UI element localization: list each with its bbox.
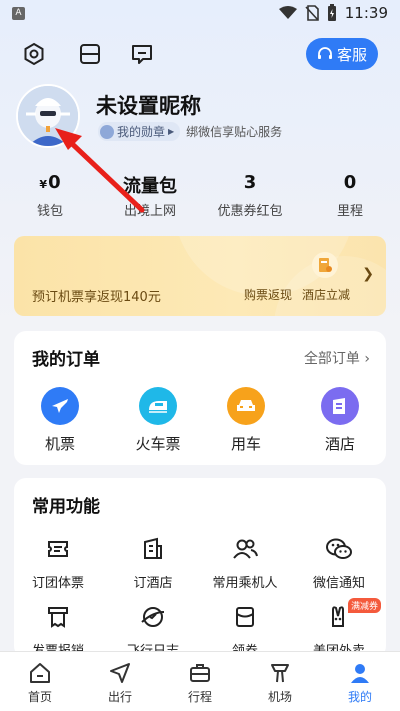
avatar-pilot-icon [18, 86, 78, 146]
stat-coupons[interactable]: 3 优惠券红包 [200, 172, 300, 219]
discount-tag: 满减券 [348, 598, 382, 613]
hotel-book-icon [138, 534, 168, 564]
stats-row: ¥0 钱包 流量包 出境上网 3 优惠券红包 0 里程 [0, 172, 400, 219]
message-icon [132, 45, 152, 64]
functions-title: 常用功能 [32, 497, 100, 517]
order-car[interactable]: 用车 [211, 387, 281, 454]
navigate-icon [80, 660, 160, 686]
tab-mine[interactable]: 我的 [320, 652, 400, 711]
badge-row: 我的勋章 ▶ 绑微信享贴心服务 [98, 122, 282, 141]
wechat-icon [324, 534, 354, 564]
tab-label: 机场 [267, 690, 292, 704]
stat-label: 优惠券红包 [217, 204, 283, 219]
hotel-icon [321, 387, 359, 425]
user-icon [320, 660, 400, 686]
scan-button[interactable] [76, 40, 104, 68]
func-book-hotel[interactable]: 订酒店 [108, 534, 198, 591]
stat-value: 0 [48, 172, 61, 193]
customer-service-button[interactable]: 客服 [306, 38, 378, 70]
nickname[interactable]: 未设置昵称 [96, 90, 201, 120]
no-sim-icon [305, 5, 319, 21]
invoice-icon [43, 602, 73, 632]
stat-value: 3 [243, 172, 257, 193]
orders-title: 我的订单 [32, 350, 100, 370]
tab-label: 首页 [27, 690, 52, 704]
stat-data-pack[interactable]: 流量包 出境上网 [100, 172, 200, 219]
status-bar: A 11:39 [0, 0, 400, 28]
avatar[interactable] [16, 84, 80, 148]
coupon-icon [230, 602, 260, 632]
stat-label: 里程 [336, 204, 363, 219]
triangle-right-icon: ▶ [168, 127, 175, 136]
flight-log-icon [138, 602, 168, 632]
plane-icon [41, 387, 79, 425]
tab-travel[interactable]: 出行 [80, 652, 160, 711]
func-label: 订酒店 [133, 576, 173, 591]
airport-icon [240, 660, 320, 686]
bottom-tab-bar: 首页 出行 行程 机场 我的 [0, 651, 400, 711]
order-label: 机票 [44, 435, 75, 453]
promo-hotel: 酒店立减 [302, 288, 351, 302]
order-label: 酒店 [324, 435, 355, 453]
tab-label: 行程 [187, 690, 212, 704]
message-button[interactable] [128, 40, 156, 68]
app-notification-icon: A [12, 7, 25, 20]
func-label: 微信通知 [312, 576, 365, 591]
func-label: 常用乘机人 [212, 576, 278, 591]
promo-banner[interactable]: 预订机票享返现140元 购票返现 酒店立减 ❯ [14, 236, 386, 316]
chevron-right-icon: ❯ [362, 266, 374, 282]
clock: 11:39 [344, 4, 388, 22]
promo-cashback: 购票返现 [244, 288, 293, 302]
stat-label: 出境上网 [123, 204, 176, 219]
func-label: 订团体票 [31, 576, 84, 591]
order-train[interactable]: 火车票 [123, 387, 193, 454]
settings-icon [24, 42, 44, 66]
train-icon [139, 387, 177, 425]
passengers-icon [230, 534, 260, 564]
stat-value: 0 [343, 172, 357, 193]
tab-home[interactable]: 首页 [0, 652, 80, 711]
stat-value: 流量包 [123, 176, 177, 197]
hotel-discount-icon [312, 252, 338, 278]
all-orders-link[interactable]: 全部订单 › [304, 348, 370, 368]
medal-icon [100, 124, 114, 139]
headset-icon [317, 47, 332, 59]
func-group-ticket[interactable]: 订团体票 [13, 534, 103, 591]
promo-text: 预订机票享返现140元 [32, 290, 161, 305]
status-icons: 11:39 [278, 4, 388, 22]
customer-service-label: 客服 [336, 45, 367, 64]
settings-button[interactable] [20, 40, 48, 68]
tab-label: 我的 [347, 690, 372, 704]
stat-wallet[interactable]: ¥0 钱包 [0, 172, 100, 219]
stat-mileage[interactable]: 0 里程 [300, 172, 400, 219]
car-icon [227, 387, 265, 425]
functions-card: 常用功能 订团体票 订酒店 常用乘机人 微信通知 发票报销 飞行日志 [13, 478, 386, 659]
order-label: 火车票 [135, 435, 181, 453]
orders-card: 我的订单 全部订单 › 机票 火车票 用车 酒店 [14, 331, 386, 465]
my-badges-label: 我的勋章 [117, 125, 166, 139]
suitcase-icon [160, 660, 240, 686]
tab-label: 出行 [107, 690, 132, 704]
tab-airport[interactable]: 机场 [240, 652, 320, 711]
tab-itinerary[interactable]: 行程 [160, 652, 240, 711]
stat-label: 钱包 [36, 204, 63, 219]
wifi-icon [278, 6, 297, 19]
stat-unit: ¥ [39, 178, 48, 191]
my-badges-button[interactable]: 我的勋章 ▶ [98, 122, 181, 141]
func-wechat-notify[interactable]: 微信通知 [294, 534, 384, 591]
order-label: 用车 [230, 435, 261, 453]
order-flight[interactable]: 机票 [25, 387, 95, 454]
group-ticket-icon [43, 534, 73, 564]
func-passengers[interactable]: 常用乘机人 [200, 534, 290, 591]
scan-icon [80, 44, 100, 64]
home-icon [0, 660, 80, 686]
order-hotel[interactable]: 酒店 [305, 387, 375, 454]
bind-wechat-link[interactable]: 绑微信享贴心服务 [186, 123, 282, 140]
battery-icon [327, 4, 336, 21]
